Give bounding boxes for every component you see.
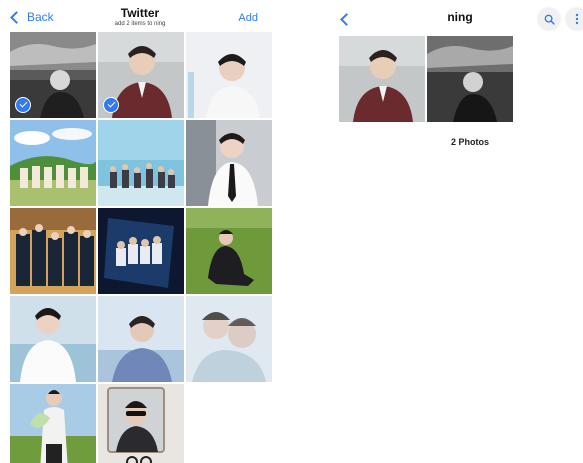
album-panel: ning 2 Photos	[330, 0, 583, 463]
photo-image	[10, 384, 96, 463]
back-label: Back	[27, 10, 54, 24]
photo-image	[10, 208, 96, 294]
photo-thumbnail-1[interactable]	[10, 32, 96, 118]
photo-picker-panel: Back Twitter add 2 items to ning Add	[0, 0, 275, 463]
picker-subtitle: add 2 items to ning	[114, 21, 166, 27]
search-button[interactable]	[538, 8, 560, 30]
more-button[interactable]	[566, 8, 583, 30]
add-button[interactable]: Add	[238, 12, 258, 24]
photo-thumbnail-2[interactable]	[98, 32, 184, 118]
photo-thumbnail-3[interactable]	[186, 32, 272, 118]
photo-image	[98, 208, 184, 294]
photo-image	[427, 36, 513, 122]
photo-thumbnail-13[interactable]	[10, 384, 96, 463]
photo-image	[186, 120, 272, 206]
photo-thumbnail-7[interactable]	[10, 208, 96, 294]
photo-thumbnail-5[interactable]	[98, 120, 184, 206]
album-photo-1[interactable]	[339, 36, 425, 122]
photo-image	[10, 296, 96, 382]
picker-header: Back Twitter add 2 items to ning Add	[0, 0, 275, 32]
photo-thumbnail-6[interactable]	[186, 120, 272, 206]
photo-image	[339, 36, 425, 122]
chevron-left-icon	[340, 13, 353, 26]
picker-title-block: Twitter add 2 items to ning	[80, 6, 200, 28]
photo-count-label: 2 Photos	[450, 137, 489, 147]
photo-image	[98, 296, 184, 382]
back-button[interactable]: Back	[10, 10, 54, 24]
photo-grid	[10, 32, 272, 463]
photo-thumbnail-8[interactable]	[98, 208, 184, 294]
album-photo-2[interactable]	[427, 36, 513, 122]
search-icon	[544, 14, 555, 25]
photo-image	[186, 208, 272, 294]
checkmark-icon	[15, 97, 31, 113]
photo-thumbnail-9[interactable]	[186, 208, 272, 294]
photo-image	[10, 120, 96, 206]
more-vertical-icon	[575, 13, 579, 25]
photo-image	[186, 296, 272, 382]
album-title: ning	[447, 10, 473, 24]
photo-image	[98, 120, 184, 206]
picker-title: Twitter	[120, 6, 160, 20]
album-back-button[interactable]	[340, 11, 353, 29]
photo-image	[98, 384, 184, 463]
checkmark-icon	[103, 97, 119, 113]
album-photo-grid	[339, 36, 513, 122]
photo-image	[186, 32, 272, 118]
photo-thumbnail-10[interactable]	[10, 296, 96, 382]
chevron-left-icon	[10, 10, 23, 24]
photo-thumbnail-12[interactable]	[186, 296, 272, 382]
photo-thumbnail-11[interactable]	[98, 296, 184, 382]
photo-thumbnail-4[interactable]	[10, 120, 96, 206]
photo-thumbnail-14[interactable]	[98, 384, 184, 463]
